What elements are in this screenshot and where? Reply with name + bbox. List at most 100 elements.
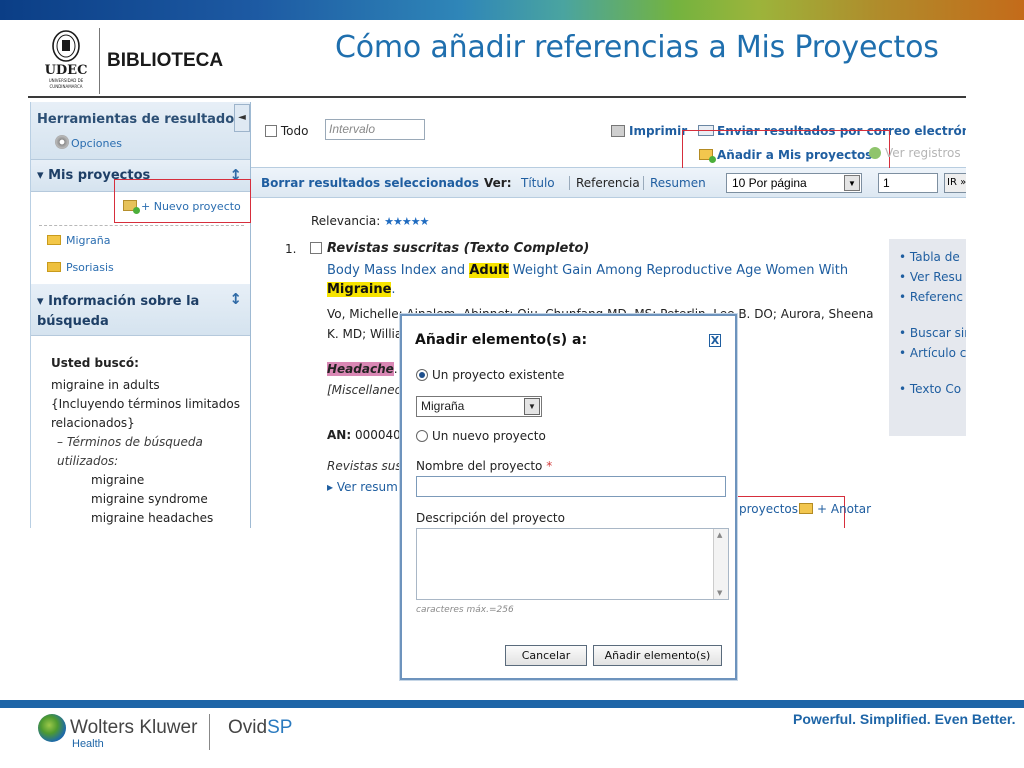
add-folder-icon — [699, 149, 716, 163]
divider — [39, 225, 244, 226]
result-source: Revistas suscritas (Texto Completo) — [327, 241, 590, 256]
panel-link[interactable]: • Artículo c — [899, 343, 966, 363]
radio-unselected[interactable] — [416, 430, 428, 442]
scroll-up-icon[interactable]: ▲ — [717, 531, 722, 539]
gear-icon — [55, 135, 69, 149]
close-icon[interactable]: X — [709, 334, 721, 347]
wolters-kluwer-globe-icon — [38, 714, 66, 742]
dialog-title: Añadir elemento(s) a: — [415, 332, 588, 348]
title-rule — [28, 96, 966, 98]
result-links-panel: • Tabla de • Ver Resu • Referenc • Busca… — [889, 239, 966, 436]
chevron-down-icon: ▼ — [524, 398, 540, 415]
max-chars-hint: caracteres máx.=256 — [416, 605, 514, 615]
brand-label: BIBLIOTECA — [107, 50, 224, 71]
page-number-input[interactable]: 1 — [878, 173, 938, 193]
relevance: Relevancia: ★★★★★ — [311, 214, 429, 228]
project-description-textarea[interactable]: ▲ ▼ — [416, 528, 729, 600]
select-all[interactable]: Todo — [265, 124, 308, 138]
range-input[interactable]: Intervalo — [325, 119, 425, 140]
search-term: migraine — [91, 473, 145, 487]
result-checkbox[interactable] — [310, 242, 322, 254]
new-folder-icon — [123, 200, 140, 214]
result-journals: Revistas susc — [327, 459, 409, 473]
cancel-button[interactable]: Cancelar — [505, 645, 587, 666]
view-reference-link[interactable]: Referencia — [569, 176, 640, 190]
annotate-icon — [799, 503, 813, 514]
view-records-icon — [869, 147, 881, 159]
panel-link[interactable]: • Ver Resu — [899, 267, 966, 287]
add-to-my-projects-link[interactable]: Añadir a Mis proyectos — [699, 148, 872, 163]
project-folder-migrana[interactable]: Migraña — [47, 234, 111, 247]
per-page-select[interactable]: 10 Por página ▼ — [726, 173, 862, 193]
annotate-link[interactable]: + Anotar — [799, 502, 871, 516]
scroll-down-icon[interactable]: ▼ — [717, 589, 722, 597]
existing-project-option[interactable]: Un proyecto existente — [416, 368, 564, 382]
you-searched-label: Usted buscó: — [51, 356, 139, 370]
company-division: Health — [72, 738, 104, 750]
new-project-option[interactable]: Un nuevo proyecto — [416, 429, 546, 443]
project-description-label: Descripción del proyecto — [416, 511, 565, 525]
collapse-sidebar-icon[interactable]: ◄ — [234, 104, 250, 132]
result-number: 1. — [285, 242, 297, 256]
top-color-band — [0, 0, 1024, 20]
results-toolbar: Todo Intervalo Imprimir Enviar resultado… — [251, 102, 966, 176]
search-query: migraine in adults — [51, 378, 160, 392]
projects-link[interactable]: proyectos — [739, 502, 798, 516]
slide: UDEC UNIVERSIDAD DE CUNDINAMARCA BIBLIOT… — [0, 0, 1024, 768]
go-button[interactable]: IR » — [944, 173, 966, 193]
panel-link[interactable]: • Referenc — [899, 287, 966, 307]
select-all-checkbox[interactable] — [265, 125, 277, 137]
resize-arrows-icon[interactable]: ↕ — [229, 290, 242, 308]
panel-link[interactable]: • Tabla de — [899, 247, 966, 267]
search-query-note: {Incluyendo términos limitados relaciona… — [51, 397, 240, 430]
view-records-link[interactable]: Ver registros — [869, 146, 961, 160]
clear-selected-link[interactable]: Borrar resultados seleccionados — [261, 176, 479, 190]
search-info-title: Información sobre la búsqueda — [37, 294, 200, 329]
view-summary-link[interactable]: Resumen — [643, 176, 706, 190]
view-options-bar: Borrar resultados seleccionados Ver: Tít… — [251, 168, 966, 198]
add-items-button[interactable]: Añadir elemento(s) — [593, 645, 722, 666]
footer-rule — [0, 700, 1024, 708]
panel-link[interactable]: • Buscar sir — [899, 323, 966, 343]
logo-divider — [99, 28, 100, 94]
project-name-label: Nombre del proyecto * — [416, 459, 553, 473]
result-journal: Headache. 5 — [327, 362, 409, 376]
radio-selected[interactable] — [416, 369, 428, 381]
result-title-link[interactable]: Body Mass Index and Adult Weight Gain Am… — [327, 261, 877, 299]
expand-triangle-icon: ▾ — [37, 294, 49, 309]
expand-triangle-icon: ▾ — [37, 168, 49, 183]
search-term: migraine headaches — [91, 511, 214, 525]
tagline: Powerful. Simplified. Even Better. — [793, 711, 1016, 727]
relevance-stars: ★★★★★ — [384, 215, 429, 228]
project-name-input[interactable] — [416, 476, 726, 497]
product-name: OvidSP — [228, 717, 293, 738]
svg-text:UDEC: UDEC — [45, 63, 88, 78]
options-link[interactable]: Opciones — [71, 137, 122, 150]
view-title-link[interactable]: Título — [521, 176, 555, 190]
search-info-header[interactable]: ▾ Información sobre la búsqueda ↕ — [31, 284, 250, 336]
search-summary: Usted buscó: migraine in adults {Incluye… — [51, 354, 241, 528]
chevron-down-icon: ▼ — [844, 175, 860, 191]
view-summary-toggle[interactable]: ▸ Ver resum — [327, 480, 398, 494]
search-term: migraine syndrome — [91, 492, 208, 506]
textarea-scrollbar[interactable]: ▲ ▼ — [713, 529, 728, 599]
print-link[interactable]: Imprimir — [611, 124, 687, 138]
svg-text:UNIVERSIDAD DE: UNIVERSIDAD DE — [49, 78, 84, 83]
project-folder-psoriasis[interactable]: Psoriasis — [47, 261, 114, 274]
results-sidebar: Herramientas de resultados Opciones ◄ ▾ … — [31, 102, 251, 528]
svg-text:CUNDINAMARCA: CUNDINAMARCA — [50, 84, 83, 89]
tools-panel-header: Herramientas de resultados Opciones ◄ — [31, 102, 250, 160]
project-select[interactable]: Migraña ▼ — [416, 396, 542, 417]
new-project-link[interactable]: + Nuevo proyecto — [123, 200, 241, 214]
result-misc: [Miscellaneo — [327, 383, 402, 397]
view-label: Ver: — [484, 176, 512, 190]
panel-link[interactable]: • Texto Co — [899, 379, 966, 399]
required-mark: * — [546, 459, 553, 473]
search-terms-heading[interactable]: – Términos de búsqueda utilizados: — [51, 433, 241, 471]
udec-logo: UDEC UNIVERSIDAD DE CUNDINAMARCA — [45, 30, 88, 89]
folder-icon — [47, 262, 61, 272]
folder-icon — [47, 235, 61, 245]
tools-panel-title: Herramientas de resultados — [37, 112, 242, 127]
slide-title: Cómo añadir referencias a Mis Proyectos — [335, 30, 939, 65]
footer-divider — [209, 714, 210, 750]
